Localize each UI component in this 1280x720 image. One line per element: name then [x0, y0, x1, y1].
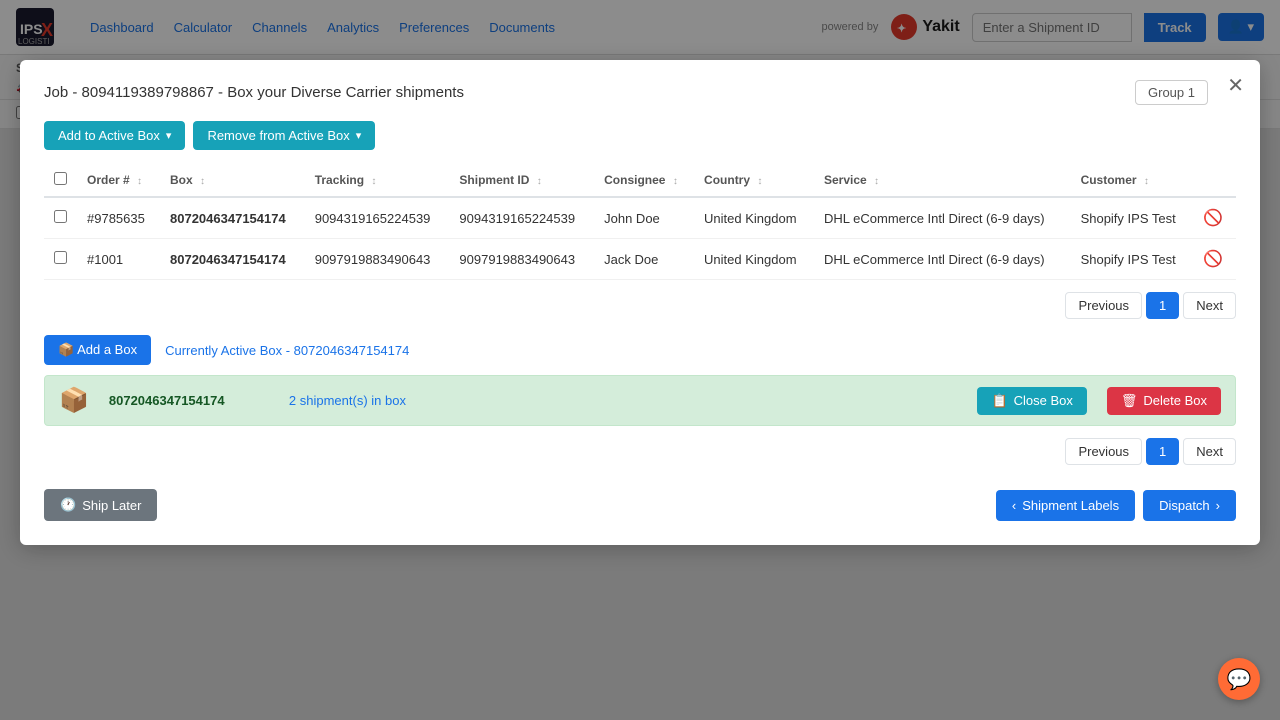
row-box-1: 8072046347154174: [160, 239, 305, 280]
row-country-1: United Kingdom: [694, 239, 814, 280]
row-country-0: United Kingdom: [694, 197, 814, 239]
ship-later-button[interactable]: 🕐 Ship Later: [44, 489, 157, 521]
boxes-page-1-button[interactable]: 1: [1146, 438, 1179, 465]
col-action: [1193, 164, 1236, 197]
consignee-sort-icon: ↕: [673, 176, 678, 187]
ship-later-icon: 🕐: [60, 497, 76, 513]
orders-pagination: Previous 1 Next: [44, 292, 1236, 319]
box-sort-icon: ↕: [200, 176, 205, 187]
col-box: Box ↕: [160, 164, 305, 197]
box-shipments-label: 2 shipment(s) in box: [289, 393, 958, 408]
shipment-labels-button[interactable]: ‹ Shipment Labels: [996, 490, 1135, 521]
col-consignee: Consignee ↕: [594, 164, 694, 197]
box-shipments-count: 2: [289, 393, 296, 408]
delete-box-label: Delete Box: [1143, 393, 1207, 408]
dispatch-button[interactable]: Dispatch ›: [1143, 490, 1236, 521]
add-a-box-label: 📦 Add a Box: [58, 342, 137, 358]
row-tracking-1: 9097919883490643: [305, 239, 450, 280]
row-consignee-1: Jack Doe: [594, 239, 694, 280]
chevron-left-icon: ‹: [1012, 498, 1016, 513]
group-badge: Group 1: [1135, 80, 1208, 105]
orders-page-1-button[interactable]: 1: [1146, 292, 1179, 319]
modal-close-button[interactable]: ✕: [1227, 76, 1244, 96]
close-box-button[interactable]: 📋 Close Box: [977, 387, 1086, 415]
box-package-icon: 📦: [59, 386, 89, 415]
orders-table: Order # ↕ Box ↕ Tracking ↕ Shipment ID ↕: [44, 164, 1236, 280]
row-order-num-1: #1001: [77, 239, 160, 280]
row-customer-0: Shopify IPS Test: [1071, 197, 1194, 239]
delete-box-icon: 🗑: [1121, 393, 1138, 409]
ship-later-label: Ship Later: [82, 498, 141, 513]
row-delete-icon-0[interactable]: 🚫: [1203, 210, 1223, 227]
box-id-label: 8072046347154174: [109, 393, 269, 408]
modal-title: Job - 8094119389798867 - Box your Divers…: [44, 84, 464, 101]
row-service-1: DHL eCommerce Intl Direct (6-9 days): [814, 239, 1071, 280]
job-modal: Job - 8094119389798867 - Box your Divers…: [20, 60, 1260, 545]
col-customer: Customer ↕: [1071, 164, 1194, 197]
dispatch-label: Dispatch: [1159, 498, 1210, 513]
active-box-label: Currently Active Box - 8072046347154174: [165, 343, 409, 358]
footer-right-buttons: ‹ Shipment Labels Dispatch ›: [996, 490, 1236, 521]
col-country: Country ↕: [694, 164, 814, 197]
table-row: #9785635 8072046347154174 90943191652245…: [44, 197, 1236, 239]
box-row: 📦 8072046347154174 2 shipment(s) in box …: [44, 375, 1236, 426]
row-delete-icon-1[interactable]: 🚫: [1203, 251, 1223, 268]
table-select-all[interactable]: [54, 172, 67, 185]
modal-header: Job - 8094119389798867 - Box your Divers…: [44, 80, 1236, 105]
box-shipments-suffix: shipment(s) in box: [300, 393, 406, 408]
col-tracking: Tracking ↕: [305, 164, 450, 197]
modal-footer: 🕐 Ship Later ‹ Shipment Labels Dispatch …: [44, 481, 1236, 521]
service-sort-icon: ↕: [874, 176, 879, 187]
action-buttons: Add to Active Box ▾ Remove from Active B…: [44, 121, 1236, 150]
dispatch-chevron-icon: ›: [1216, 498, 1220, 513]
row-checkbox-0[interactable]: [54, 210, 67, 223]
chat-widget[interactable]: 💬: [1218, 658, 1260, 700]
remove-box-label: Remove from Active Box: [207, 128, 349, 143]
remove-box-caret: ▾: [356, 129, 362, 142]
boxes-next-button[interactable]: Next: [1183, 438, 1236, 465]
add-to-active-box-button[interactable]: Add to Active Box ▾: [44, 121, 185, 150]
add-box-caret: ▾: [166, 129, 172, 142]
orders-next-button[interactable]: Next: [1183, 292, 1236, 319]
row-box-0: 8072046347154174: [160, 197, 305, 239]
row-customer-1: Shopify IPS Test: [1071, 239, 1194, 280]
table-row: #1001 8072046347154174 9097919883490643 …: [44, 239, 1236, 280]
add-a-box-button[interactable]: 📦 Add a Box: [44, 335, 151, 365]
shipmentid-sort-icon: ↕: [537, 176, 542, 187]
close-box-icon: 📋: [991, 393, 1007, 409]
boxes-pagination: Previous 1 Next: [44, 438, 1236, 465]
country-sort-icon: ↕: [757, 176, 762, 187]
row-order-num-0: #9785635: [77, 197, 160, 239]
orders-prev-button[interactable]: Previous: [1065, 292, 1142, 319]
shipment-labels-label: Shipment Labels: [1022, 498, 1119, 513]
col-order: Order # ↕: [77, 164, 160, 197]
col-shipment-id: Shipment ID ↕: [449, 164, 594, 197]
tracking-sort-icon: ↕: [371, 176, 376, 187]
delete-box-button[interactable]: 🗑 Delete Box: [1107, 387, 1221, 415]
row-tracking-0: 9094319165224539: [305, 197, 450, 239]
customer-sort-icon: ↕: [1144, 176, 1149, 187]
add-box-section: 📦 Add a Box Currently Active Box - 80720…: [44, 335, 1236, 365]
close-box-label: Close Box: [1014, 393, 1073, 408]
remove-from-active-box-button[interactable]: Remove from Active Box ▾: [193, 121, 375, 150]
row-checkbox-1[interactable]: [54, 251, 67, 264]
add-box-label: Add to Active Box: [58, 128, 160, 143]
row-service-0: DHL eCommerce Intl Direct (6-9 days): [814, 197, 1071, 239]
order-sort-icon: ↕: [137, 176, 142, 187]
modal-overlay: Job - 8094119389798867 - Box your Divers…: [0, 0, 1280, 720]
row-consignee-0: John Doe: [594, 197, 694, 239]
row-shipment-id-1: 9097919883490643: [449, 239, 594, 280]
col-service: Service ↕: [814, 164, 1071, 197]
row-shipment-id-0: 9094319165224539: [449, 197, 594, 239]
chat-icon: 💬: [1227, 667, 1252, 692]
boxes-prev-button[interactable]: Previous: [1065, 438, 1142, 465]
